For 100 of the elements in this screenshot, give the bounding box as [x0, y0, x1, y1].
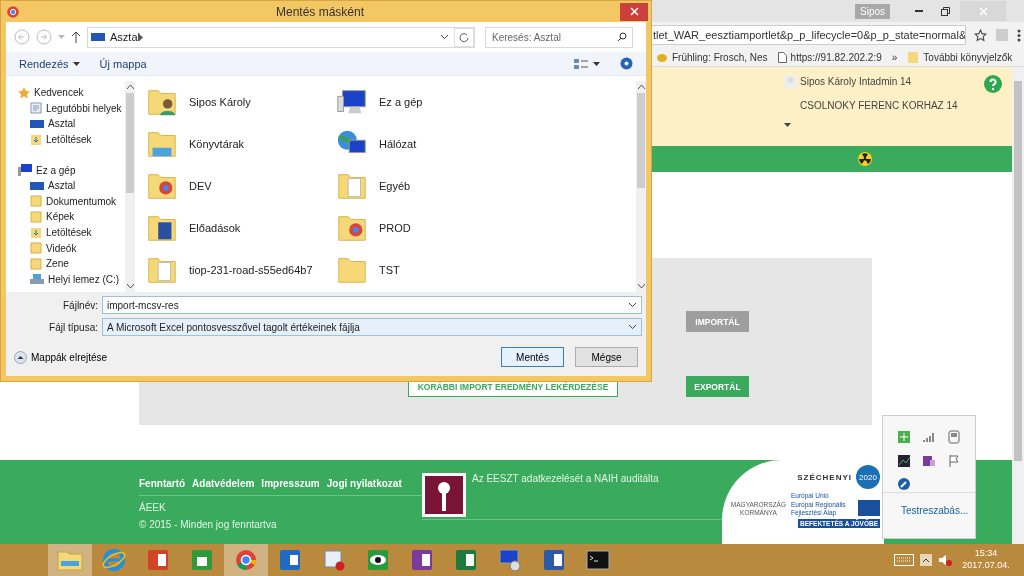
- close-icon: [978, 6, 988, 16]
- file-item[interactable]: Egyéb: [335, 165, 636, 207]
- scrollbar-thumb[interactable]: [126, 93, 134, 193]
- more-bookmarks-button[interactable]: »: [891, 51, 898, 63]
- flag-icon[interactable]: [947, 453, 961, 468]
- downloads-folder-icon: [30, 226, 42, 239]
- radiation-icon: [858, 152, 872, 166]
- help-icon[interactable]: [620, 57, 633, 70]
- device-icon[interactable]: [947, 430, 961, 444]
- view-options-button[interactable]: [574, 57, 600, 70]
- folder-icon: [30, 210, 42, 223]
- desktop-icon: [91, 31, 105, 43]
- plus-square-icon[interactable]: [897, 430, 911, 444]
- new-folder-button[interactable]: Új mappa: [99, 57, 147, 70]
- dialog-button[interactable]: Mentés: [501, 347, 564, 367]
- chevron-down-icon: [440, 34, 449, 40]
- signal-bars-icon[interactable]: [922, 430, 936, 444]
- logo-badge: 2020: [856, 465, 880, 489]
- file-type-dropdown[interactable]: A Microsoft Excel pontosvesszővel tagolt értékeinek fájlja: [102, 318, 642, 336]
- keyboard-icon[interactable]: [894, 554, 914, 566]
- bookmark[interactable]: Frühling: Frosch, Nes: [656, 51, 768, 63]
- user-name: Sipos Károly Intadmin 14: [784, 75, 964, 88]
- caret-icon[interactable]: [784, 123, 791, 127]
- menu-icon[interactable]: [1017, 28, 1021, 42]
- file-item[interactable]: PROD: [335, 207, 636, 249]
- tree-item[interactable]: Asztal: [18, 116, 125, 132]
- help-icon[interactable]: [984, 75, 1002, 93]
- star-icon[interactable]: [974, 28, 987, 42]
- copyright-text: © 2015 - Minden jog fenntartva: [139, 519, 278, 530]
- customize-link[interactable]: Testreszabás...: [883, 492, 975, 538]
- refresh-icon[interactable]: [454, 27, 474, 47]
- console-icon: [586, 550, 610, 570]
- search-field[interactable]: Keresés: Asztal: [485, 26, 633, 48]
- hide-folders-button[interactable]: Mappák elrejtése: [14, 350, 108, 364]
- file-item[interactable]: DEV: [145, 165, 335, 207]
- chevron-up-icon[interactable]: [920, 554, 932, 566]
- organization-name: CSOLNOKY FERENC KORHAZ 14: [799, 100, 959, 111]
- flag-icon: [858, 500, 880, 517]
- chart-icon[interactable]: [897, 453, 911, 468]
- organization-text: ÁEEK: [139, 502, 167, 513]
- file-item[interactable]: Hálózat: [335, 123, 636, 165]
- drive-icon: [30, 273, 44, 286]
- folder-icon: [30, 195, 42, 208]
- window-record-icon: [322, 548, 346, 572]
- tree-item[interactable]: Asztal: [18, 177, 125, 194]
- tree-item[interactable]: Zene: [18, 255, 125, 272]
- page-icon: [777, 51, 787, 63]
- scroll-up-icon[interactable]: [637, 84, 645, 89]
- breadcrumb-arrow-icon: [139, 34, 143, 41]
- scrollbar-thumb[interactable]: [637, 93, 645, 188]
- desktop-icon: [30, 179, 44, 192]
- chevron-down-icon: [628, 324, 637, 330]
- downloads-folder-icon: [30, 133, 42, 146]
- logo-text: SZÉCHENYI: [797, 472, 852, 482]
- folder-icon: [907, 51, 920, 63]
- file-item[interactable]: TST: [335, 249, 636, 291]
- tree-item[interactable]: Videók: [18, 240, 125, 256]
- file-item[interactable]: Könyvtárak: [145, 123, 335, 165]
- eye-icon: [366, 548, 390, 572]
- dialog-button[interactable]: Mégse: [575, 347, 638, 367]
- file-item[interactable]: tiop-231-road-s55ed64b7: [145, 249, 335, 291]
- chevron-down-icon: [628, 302, 637, 308]
- scroll-down-icon[interactable]: [126, 284, 134, 289]
- tree-item[interactable]: Letöltések: [18, 131, 125, 148]
- tree-item[interactable]: Letöltések: [18, 224, 125, 241]
- tree-item[interactable]: Ez a gép: [18, 162, 125, 178]
- search-icon: [617, 31, 627, 42]
- tree-item[interactable]: Dokumentumok: [18, 193, 125, 210]
- field-label: Fájlnév:: [62, 299, 99, 311]
- remote-desktop-icon: [498, 548, 522, 572]
- file-item[interactable]: Sipos Károly: [145, 81, 335, 123]
- folder-icon: [30, 242, 42, 255]
- close-button[interactable]: [620, 2, 648, 21]
- globe-e-icon: [102, 548, 126, 572]
- organize-menu[interactable]: Rendezés: [19, 57, 80, 70]
- minimize-icon: [915, 10, 923, 12]
- tree-item[interactable]: Helyi lemez (C:): [18, 271, 125, 288]
- tree-item[interactable]: Képek: [18, 209, 125, 225]
- star-icon: [18, 86, 30, 99]
- filename-field[interactable]: import-mcsv-res: [102, 296, 642, 314]
- wrench-icon[interactable]: [897, 477, 911, 492]
- tree-item[interactable]: Kedvencek: [18, 85, 125, 101]
- bookmark[interactable]: https://91.82.202.2:9: [777, 51, 882, 63]
- recent-places-icon: [30, 102, 42, 115]
- key-icon: [422, 473, 466, 517]
- folder-icon: [57, 549, 83, 571]
- audit-text: Az EESZT adatkezelését a NAIH auditálta: [472, 473, 659, 484]
- scroll-down-icon[interactable]: [637, 284, 645, 289]
- file-item[interactable]: Előadások: [145, 207, 335, 249]
- volume-muted-icon[interactable]: [938, 553, 952, 567]
- file-item[interactable]: Ez a gép: [335, 81, 636, 123]
- bookmark-folder[interactable]: További könyvjelzők: [907, 51, 1013, 63]
- up-button[interactable]: [71, 31, 81, 43]
- desktop-icon: [30, 118, 44, 130]
- scroll-up-icon[interactable]: [126, 84, 134, 89]
- computer-icon: [18, 164, 32, 177]
- chrome-icon: [6, 4, 20, 19]
- tree-item[interactable]: Legutóbbi helyek: [18, 100, 125, 117]
- address-bar[interactable]: Asztal: [87, 26, 475, 48]
- clock: 15:34 2017.07.04.: [961, 548, 1011, 572]
